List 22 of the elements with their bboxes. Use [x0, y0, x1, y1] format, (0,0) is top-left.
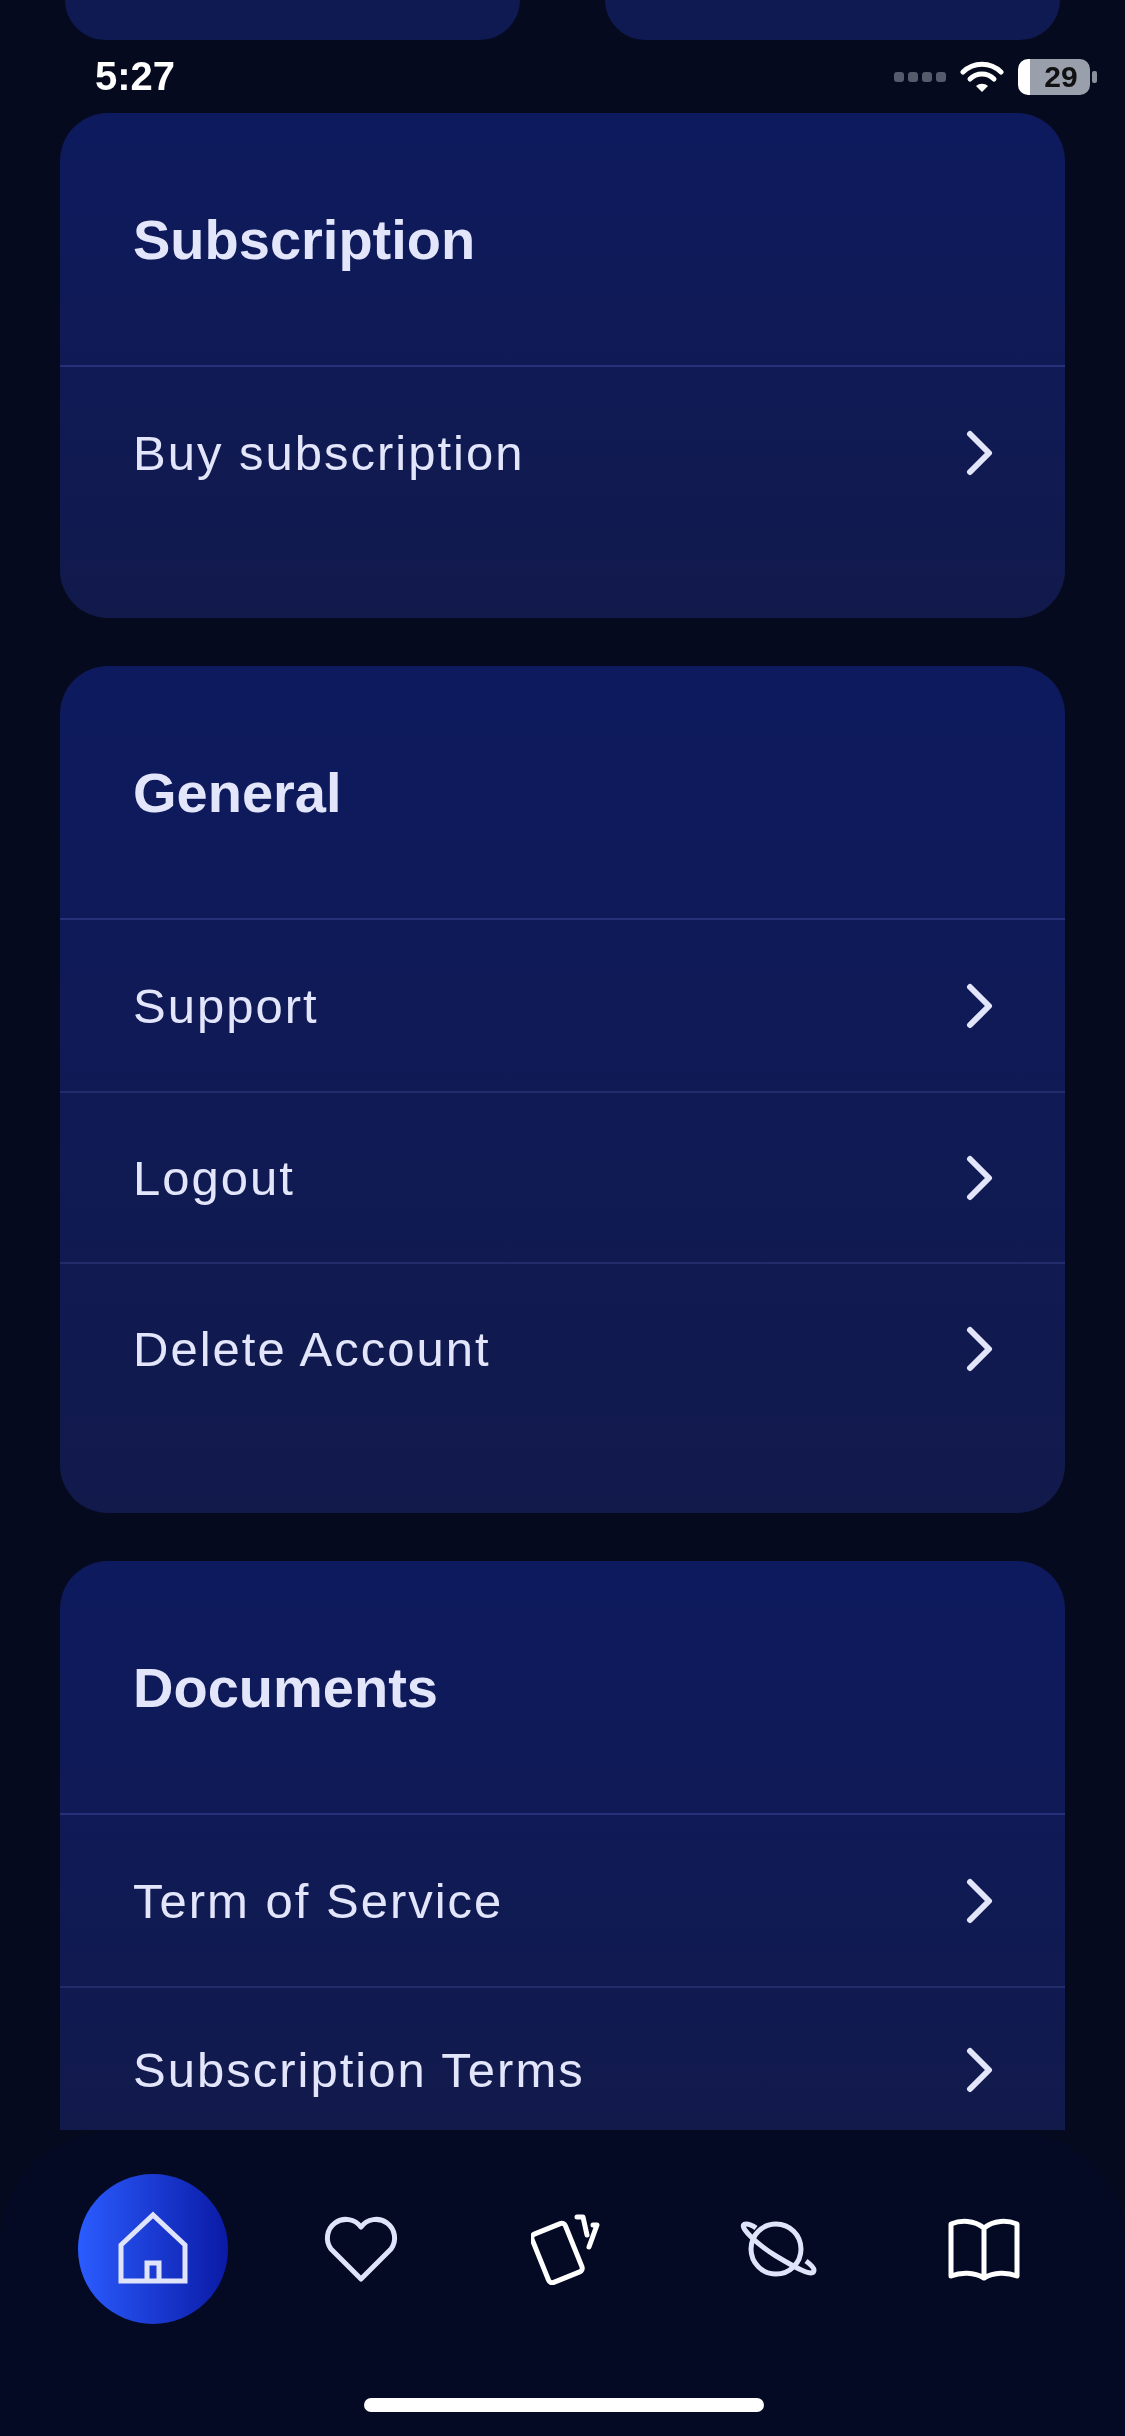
settings-row[interactable]: Term of Service — [60, 1815, 1065, 1986]
settings-row[interactable]: Buy subscription — [60, 367, 1065, 538]
battery-tip-icon — [1092, 70, 1097, 83]
battery-level: 29 — [1018, 58, 1090, 95]
heart-icon — [322, 2215, 399, 2283]
section-title: General — [60, 666, 1065, 920]
chevron-right-icon — [965, 1325, 995, 1372]
status-time: 5:27 — [95, 54, 177, 99]
chevron-right-icon — [965, 1877, 995, 1924]
cellular-signal-icon — [894, 70, 946, 83]
chevron-right-icon — [965, 429, 995, 476]
wifi-icon — [960, 59, 1004, 94]
settings-row[interactable]: Support — [60, 920, 1065, 1091]
chevron-right-icon — [965, 2047, 995, 2093]
book-icon — [947, 2216, 1021, 2282]
settings-row[interactable]: Delete Account — [60, 1262, 1065, 1433]
settings-row[interactable]: Subscription Terms — [60, 1986, 1065, 2130]
chevron-right-icon — [965, 1154, 995, 1201]
section-title: Subscription — [60, 113, 1065, 367]
settings-row[interactable]: Logout — [60, 1091, 1065, 1262]
chevron-right-icon — [965, 982, 995, 1029]
section-title: Documents — [60, 1561, 1065, 1815]
